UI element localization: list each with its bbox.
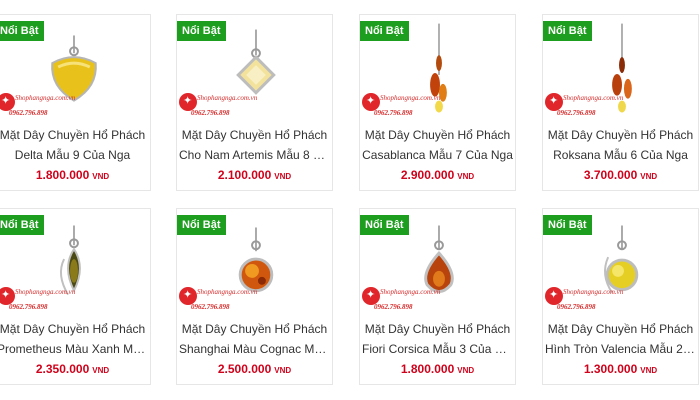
featured-badge: Nổi Bật	[177, 215, 226, 235]
watermark-site: Shophangnga.com.vn	[197, 288, 258, 296]
product-price: 3.700.000 VND	[583, 168, 658, 182]
watermark-site: Shophangnga.com.vn	[563, 94, 624, 102]
product-card[interactable]: Nổi Bật Shophangnga.com.vn 0962.796.898 …	[542, 208, 699, 385]
product-card[interactable]: Nổi Bật Shophangnga.com.vn 0962.796.898 …	[359, 208, 516, 385]
product-price: 2.350.000 VND	[35, 362, 110, 376]
product-card[interactable]: Nổi Bật Shophangnga.com.vn 0962.796.898 …	[542, 14, 699, 191]
watermark-site: Shophangnga.com.vn	[380, 288, 441, 296]
product-card[interactable]: Nổi Bật Shophangnga.com.vn 0962.796.898 …	[0, 208, 151, 385]
watermark-phone: 0962.796.898	[374, 109, 413, 117]
product-price: 1.800.000 VND	[400, 362, 475, 376]
watermark-phone: 0962.796.898	[374, 303, 413, 311]
product-price: 1.300.000 VND	[583, 362, 658, 376]
product-card[interactable]: Nổi Bật Shophangnga.com.vn 0962.796.898 …	[176, 208, 333, 385]
product-card[interactable]: Nổi Bật Shophangnga.com.vn 0962.796.898 …	[176, 14, 333, 191]
watermark-phone: 0962.796.898	[191, 109, 230, 117]
product-price: 2.900.000 VND	[400, 168, 475, 182]
product-price: 1.800.000 VND	[35, 168, 110, 182]
watermark-site: Shophangnga.com.vn	[380, 94, 441, 102]
featured-badge: Nổi Bật	[360, 21, 409, 41]
product-title[interactable]: Mặt Dây Chuyền Hổ Phách Casablanca Mẫu 7…	[360, 125, 515, 165]
watermark-phone: 0962.796.898	[191, 303, 230, 311]
watermark-site: Shophangnga.com.vn	[15, 94, 76, 102]
product-title[interactable]: Mặt Dây Chuyền Hổ Phách Delta Mẫu 9 Của …	[0, 125, 150, 165]
product-price: 2.500.000 VND	[217, 362, 292, 376]
featured-badge: Nổi Bật	[543, 215, 592, 235]
watermark-phone: 0962.796.898	[9, 303, 48, 311]
watermark-phone: 0962.796.898	[557, 303, 596, 311]
product-card[interactable]: Nổi Bật Shophangnga.com.vn 0962.796.898 …	[0, 14, 151, 191]
featured-badge: Nổi Bật	[543, 21, 592, 41]
product-title[interactable]: Mặt Dây Chuyền Hổ Phách Fiori Corsica Mẫ…	[360, 319, 515, 359]
product-card[interactable]: Nổi Bật Shophangnga.com.vn 0962.796.898 …	[359, 14, 516, 191]
watermark-phone: 0962.796.898	[557, 109, 596, 117]
featured-badge: Nổi Bật	[0, 21, 44, 41]
watermark-site: Shophangnga.com.vn	[563, 288, 624, 296]
product-title[interactable]: Mặt Dây Chuyền Hổ Phách Prometheus Màu X…	[0, 319, 150, 359]
product-title[interactable]: Mặt Dây Chuyền Hổ Phách Cho Nam Artemis …	[177, 125, 332, 165]
watermark-site: Shophangnga.com.vn	[15, 288, 76, 296]
watermark-phone: 0962.796.898	[9, 109, 48, 117]
featured-badge: Nổi Bật	[177, 21, 226, 41]
watermark-site: Shophangnga.com.vn	[197, 94, 258, 102]
featured-badge: Nổi Bật	[360, 215, 409, 235]
product-title[interactable]: Mặt Dây Chuyền Hổ Phách Hình Tròn Valenc…	[543, 319, 698, 359]
product-title[interactable]: Mặt Dây Chuyền Hổ Phách Roksana Mẫu 6 Củ…	[543, 125, 698, 165]
featured-badge: Nổi Bật	[0, 215, 44, 235]
product-price: 2.100.000 VND	[217, 168, 292, 182]
product-title[interactable]: Mặt Dây Chuyền Hổ Phách Shanghai Màu Cog…	[177, 319, 332, 359]
